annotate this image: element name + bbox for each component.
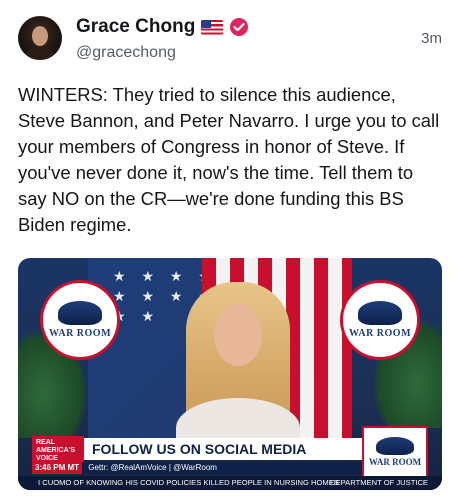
eagle-icon xyxy=(58,301,102,325)
ticker-left: I CUOMO OF KNOWING HIS COVID POLICIES KI… xyxy=(38,478,339,487)
war-room-logo-right: WAR ROOM xyxy=(340,280,420,360)
timestamp[interactable]: 3m xyxy=(421,30,442,47)
tweet-body: WINTERS: They tried to silence this audi… xyxy=(18,84,440,235)
logo-text-right: WAR ROOM xyxy=(348,328,412,339)
avatar[interactable] xyxy=(18,16,62,60)
chyron-time: 3:46 PM MT xyxy=(32,462,83,474)
us-flag-icon xyxy=(201,19,224,35)
author-name-row: Grace Chong xyxy=(76,16,249,38)
author-handle[interactable]: @gracechong xyxy=(76,44,176,62)
ticker-right: DEPARTMENT OF JUSTICE xyxy=(330,478,428,487)
author-name[interactable]: Grace Chong xyxy=(76,16,195,38)
news-anchor xyxy=(176,282,300,458)
eagle-icon xyxy=(376,437,414,455)
chyron-headline: FOLLOW US ON SOCIAL MEDIA xyxy=(84,438,364,460)
eagle-icon xyxy=(358,301,402,325)
tweet-media[interactable]: ★ ★ ★ ★ ★ ★ ★ ★ ★ ★ WAR ROOM WAR ROOM RE… xyxy=(18,258,442,490)
verified-badge-icon xyxy=(230,18,249,36)
chyron-subline: 3:46 PM MT Gettr: @RealAmVoice | @WarRoo… xyxy=(32,462,364,474)
logo-text-left: WAR ROOM xyxy=(48,328,112,339)
war-room-logo-left: WAR ROOM xyxy=(40,280,120,360)
chyron-social: Gettr: @RealAmVoice | @WarRoom xyxy=(88,463,217,472)
tweet-text: WINTERS: They tried to silence this audi… xyxy=(18,82,446,238)
news-chyron: REAL AMERICA'S VOICE FOLLOW US ON SOCIAL… xyxy=(18,426,442,490)
war-room-logo-chyron: WAR ROOM xyxy=(362,426,428,478)
chyron-logo-text: WAR ROOM xyxy=(368,457,422,467)
news-ticker: I CUOMO OF KNOWING HIS COVID POLICIES KI… xyxy=(18,476,442,490)
tweet-header: Grace Chong @gracechong 3m xyxy=(18,14,442,64)
